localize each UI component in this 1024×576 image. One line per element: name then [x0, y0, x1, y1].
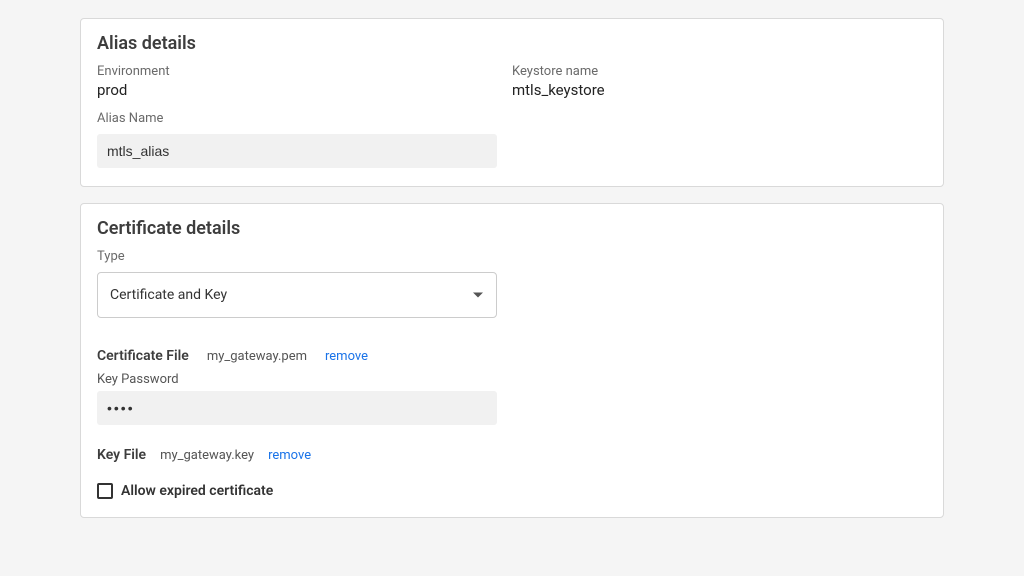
- certificate-details-title: Certificate details: [97, 218, 927, 239]
- certificate-file-remove-link[interactable]: remove: [325, 349, 368, 364]
- type-select-value: Certificate and Key: [110, 287, 227, 303]
- keystore-name-value: mtls_keystore: [512, 81, 927, 99]
- alias-name-input[interactable]: [97, 134, 497, 168]
- environment-value: prod: [97, 81, 512, 99]
- key-password-input[interactable]: [97, 391, 497, 425]
- alias-details-card: Alias details Environment prod Keystore …: [80, 18, 944, 187]
- key-password-label: Key Password: [97, 372, 927, 387]
- key-file-name: my_gateway.key: [160, 448, 254, 463]
- environment-label: Environment: [97, 64, 512, 79]
- allow-expired-label: Allow expired certificate: [121, 483, 273, 499]
- alias-details-title: Alias details: [97, 33, 927, 54]
- key-file-label: Key File: [97, 447, 146, 463]
- type-label: Type: [97, 249, 927, 264]
- certificate-file-name: my_gateway.pem: [207, 349, 307, 364]
- certificate-file-label: Certificate File: [97, 348, 189, 364]
- chevron-down-icon: [473, 293, 483, 298]
- alias-name-label: Alias Name: [97, 111, 927, 126]
- allow-expired-checkbox[interactable]: [97, 483, 113, 499]
- certificate-details-card: Certificate details Type Certificate and…: [80, 203, 944, 518]
- type-select[interactable]: Certificate and Key: [97, 272, 497, 318]
- keystore-name-label: Keystore name: [512, 64, 927, 79]
- key-file-remove-link[interactable]: remove: [268, 448, 311, 463]
